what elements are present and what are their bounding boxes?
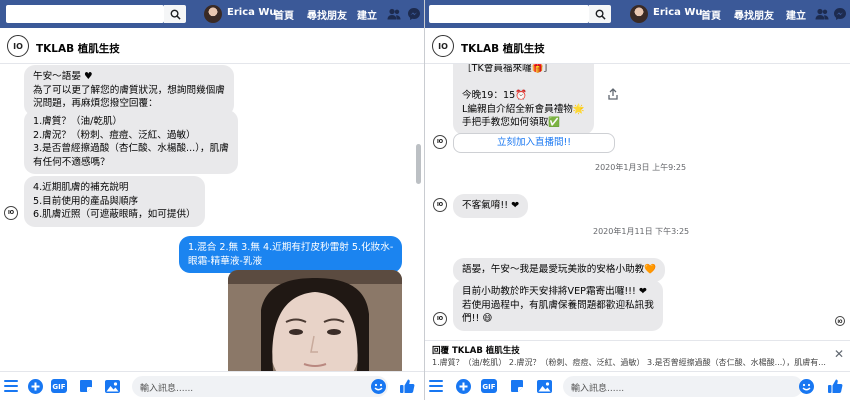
search-button[interactable] bbox=[164, 5, 186, 23]
app-root: Erica Wu 首頁 尋找朋友 建立 IO TKLAB 植肌生技 午安～語晏 … bbox=[0, 0, 850, 400]
reply-preview-title: 回覆 TKLAB 植肌生技 bbox=[432, 346, 520, 356]
gif-icon[interactable]: GIF bbox=[481, 378, 497, 394]
messenger-icon[interactable] bbox=[406, 6, 422, 22]
profile-name[interactable]: Erica Wu bbox=[227, 7, 277, 18]
logo-text: IO bbox=[438, 41, 448, 51]
find-friends-link[interactable]: 尋找朋友 bbox=[307, 7, 347, 22]
message-bubble: 1.膚質？（油/乾肌） 2.膚況？（粉刺、痘痘、泛紅、過敏） 3.是否曾經擦過酸… bbox=[24, 110, 238, 174]
sent-message-bubble: 1.混合 2.無 3.無 4.近期有打皮秒雷射 5.化妝水- 眼霜-精華液-乳液 bbox=[179, 236, 403, 273]
search-icon bbox=[170, 9, 181, 20]
profile-avatar[interactable] bbox=[204, 5, 222, 23]
svg-text:GIF: GIF bbox=[52, 383, 65, 391]
message-bubble: 4.近期肌膚的補充說明 5.目前使用的產品與順序 6.肌膚近照（可遮蔽眼睛，如可… bbox=[24, 176, 205, 227]
message-list[interactable]: 午安～語晏 ♥ 為了可以更了解您的膚質狀況，想詢問幾個膚 況問題，再麻煩您撥空回… bbox=[0, 64, 424, 371]
search-input[interactable] bbox=[429, 5, 589, 23]
sticker-icon[interactable] bbox=[78, 378, 94, 394]
reply-preview: 回覆 TKLAB 植肌生技 1.膚質？（油/乾肌） 2.膚況？（粉刺、痘痘、泛紅… bbox=[425, 340, 850, 370]
close-icon[interactable]: ✕ bbox=[834, 347, 844, 361]
search-input[interactable] bbox=[6, 5, 164, 23]
friend-requests-icon[interactable] bbox=[814, 6, 830, 22]
message-input-wrapper bbox=[132, 376, 388, 400]
message-bubble: 不客氣唷!! ❤ bbox=[453, 194, 529, 218]
home-link[interactable]: 首頁 bbox=[274, 7, 294, 22]
emoji-icon[interactable] bbox=[370, 378, 386, 394]
reply-preview-text: 1.膚質？（油/乾肌） 2.膚況？（粉刺、痘痘、泛紅、過敏） 3.是否曾經擦過酸… bbox=[432, 358, 826, 367]
chat-title[interactable]: TKLAB 植肌生技 bbox=[36, 41, 120, 56]
add-icon[interactable] bbox=[455, 378, 471, 394]
create-link[interactable]: 建立 bbox=[357, 7, 377, 22]
search-button[interactable] bbox=[589, 5, 611, 23]
photo-icon[interactable] bbox=[104, 378, 120, 394]
page-logo[interactable]: IO bbox=[7, 35, 29, 57]
message-bubble: 目前小助教於昨天安排將VEP霜寄出囉!!! ❤ 若使用過程中，有肌膚保養問題都歡… bbox=[453, 280, 663, 331]
logo-text: IO bbox=[13, 41, 23, 51]
profile-avatar[interactable] bbox=[630, 5, 648, 23]
menu-icon[interactable] bbox=[428, 378, 444, 394]
sender-avatar: IO bbox=[433, 198, 447, 212]
add-icon[interactable] bbox=[27, 378, 43, 394]
timestamp: 2020年1月11日 下午3:25 bbox=[593, 227, 690, 236]
sticker-icon[interactable] bbox=[509, 378, 525, 394]
seen-avatar: IO bbox=[835, 316, 845, 326]
page-logo[interactable]: IO bbox=[432, 35, 454, 57]
message-bubble: ［TK會員福來囉🎁］ 今晚19：15⏰ L編親自介紹全新會員禮物🌟 手把手教您如… bbox=[453, 64, 594, 135]
profile-name[interactable]: Erica Wu bbox=[653, 7, 703, 18]
facebook-top-bar: Erica Wu 首頁 尋找朋友 建立 bbox=[0, 0, 424, 28]
friend-requests-icon[interactable] bbox=[386, 6, 402, 22]
timestamp: 2020年1月3日 上午9:25 bbox=[595, 163, 687, 172]
join-live-button[interactable]: 立刻加入直播間!! bbox=[453, 133, 615, 153]
like-icon[interactable] bbox=[827, 378, 843, 394]
message-input[interactable] bbox=[132, 378, 388, 400]
message-bubble: 午安～語晏 ♥ 為了可以更了解您的膚質狀況，想詢問幾個膚 況問題，再麻煩您撥空回… bbox=[24, 65, 234, 116]
attached-photo[interactable] bbox=[228, 270, 402, 371]
search-icon bbox=[595, 9, 606, 20]
message-scrollbar[interactable] bbox=[416, 144, 421, 184]
like-icon[interactable] bbox=[399, 378, 415, 394]
create-link[interactable]: 建立 bbox=[786, 7, 806, 22]
message-input[interactable] bbox=[563, 378, 803, 400]
composer-bar: GIF bbox=[0, 371, 424, 400]
photo-icon[interactable] bbox=[536, 378, 552, 394]
chat-header: IO TKLAB 植肌生技 bbox=[0, 28, 424, 64]
messenger-icon[interactable] bbox=[832, 6, 848, 22]
face-photo-image bbox=[228, 270, 402, 371]
share-icon[interactable] bbox=[605, 86, 621, 102]
right-pane: Erica Wu 首頁 尋找朋友 建立 IO TKLAB 植肌生技 ［TK會員福… bbox=[425, 0, 850, 400]
home-link[interactable]: 首頁 bbox=[701, 7, 721, 22]
message-bubble: 語晏，午安～我是最愛玩美妝的安格小助教🧡 bbox=[453, 258, 666, 282]
emoji-icon[interactable] bbox=[798, 378, 814, 394]
sender-avatar: IO bbox=[4, 206, 18, 220]
chat-title[interactable]: TKLAB 植肌生技 bbox=[461, 41, 545, 56]
sender-avatar: IO bbox=[433, 312, 447, 326]
message-list[interactable]: ［TK會員福來囉🎁］ 今晚19：15⏰ L編親自介紹全新會員禮物🌟 手把手教您如… bbox=[425, 64, 850, 371]
svg-text:GIF: GIF bbox=[482, 383, 495, 391]
left-pane: Erica Wu 首頁 尋找朋友 建立 IO TKLAB 植肌生技 午安～語晏 … bbox=[0, 0, 425, 400]
facebook-top-bar: Erica Wu 首頁 尋找朋友 建立 bbox=[425, 0, 850, 28]
message-input-wrapper bbox=[563, 376, 803, 400]
find-friends-link[interactable]: 尋找朋友 bbox=[734, 7, 774, 22]
composer-bar: GIF bbox=[425, 371, 850, 400]
gif-icon[interactable]: GIF bbox=[51, 378, 67, 394]
menu-icon[interactable] bbox=[3, 378, 19, 394]
chat-header: IO TKLAB 植肌生技 bbox=[425, 28, 850, 64]
sender-avatar: IO bbox=[433, 135, 447, 149]
